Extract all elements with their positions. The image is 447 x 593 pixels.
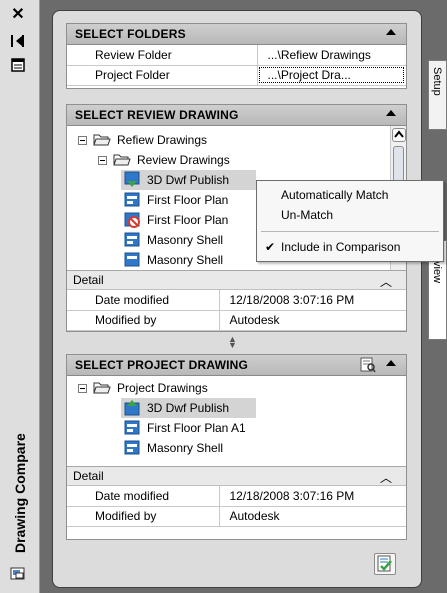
select-folders-title: SELECT FOLDERS [75,27,186,41]
tree-node-label: First Floor Plan [147,193,229,207]
collapse-icon[interactable] [386,110,396,116]
tree-node-root-folder[interactable]: Refiew Drawings [75,130,375,150]
menu-item-label: Include in Comparison [281,240,401,254]
select-review-drawing-title: SELECT REVIEW DRAWING [75,108,239,122]
table-row: Review Folder ...\Refiew Drawings [67,45,406,66]
tree-node-label: 3D Dwf Publish [147,401,230,415]
palette-icon [6,566,30,584]
project-folder-label: Project Folder [67,65,257,86]
menu-item-label: Automatically Match [281,188,389,202]
tab-setup[interactable]: Setup [428,60,447,130]
drawing-matched-icon [124,171,140,187]
menu-item-include-in-comparison[interactable]: ✔ Include in Comparison [257,237,443,257]
tree-node-label: Refiew Drawings [117,133,208,147]
drawing-icon [124,232,140,247]
drawing-excluded-icon [124,212,140,228]
panel-splitter-icon[interactable]: ▲ ▼ [228,335,237,350]
context-menu: Automatically Match Un-Match ✔ Include i… [256,180,444,262]
table-row: Date modified 12/18/2008 3:07:16 PM [67,290,406,311]
palette-titlebar: ✕ Drawing Compare [0,0,40,593]
menu-separator [261,231,439,232]
palette-title: Drawing Compare [12,433,28,553]
tree-node-label: Masonry Shell [147,441,224,455]
collapse-tree-icon[interactable] [98,156,107,165]
table-row: Modified by Autodesk [67,506,406,527]
close-icon[interactable]: ✕ [6,6,30,24]
folders-table: Review Folder ...\Refiew Drawings Projec… [67,45,406,86]
tree-node-label: Review Drawings [137,153,230,167]
folder-open-icon [93,134,111,146]
properties-menu-icon[interactable] [6,58,30,76]
tree-item-drawing[interactable]: Masonry Shell [121,230,256,250]
tree-node-root-folder[interactable]: Project Drawings [75,378,375,398]
collapse-tree-icon[interactable] [78,384,87,393]
modified-by-label: Modified by [67,310,219,331]
date-modified-value: 12/18/2008 3:07:16 PM [218,290,406,311]
tree-item-drawing[interactable]: 3D Dwf Publish [121,170,256,190]
tree-item-drawing[interactable]: Masonry Shell [121,438,301,458]
tab-setup-label: Setup [431,67,443,96]
compare-button[interactable] [374,553,396,575]
drawing-icon [124,420,140,435]
drawing-icon [124,252,140,267]
table-row: Project Folder ...\Project Dra... [67,65,406,86]
review-detail-header[interactable]: Detail ︿ [67,270,406,290]
chevron-up-icon[interactable]: ︿ [380,469,392,488]
tree-item-drawing[interactable]: First Floor Plan [121,210,256,230]
menu-item-un-match[interactable]: Un-Match [257,205,443,225]
tree-item-drawing[interactable]: First Floor Plan A1 [121,418,301,438]
collapse-icon[interactable] [386,360,396,366]
drawing-icon [124,192,140,207]
compare-icon [377,555,392,572]
tree-node-label: Masonry Shell [147,233,224,247]
select-folders-panel: SELECT FOLDERS Review Folder ...\Refiew … [66,23,407,89]
right-tab-strip: Setup Review [428,0,447,593]
menu-item-automatically-match[interactable]: Automatically Match [257,185,443,205]
date-modified-value: 12/18/2008 3:07:16 PM [218,486,406,507]
table-row: Modified by Autodesk [67,310,406,331]
select-project-drawing-title: SELECT PROJECT DRAWING [75,358,249,372]
drawing-matched-icon [124,400,140,416]
review-folder-label: Review Folder [67,45,257,66]
select-folders-header[interactable]: SELECT FOLDERS [67,24,406,45]
table-row: Date modified 12/18/2008 3:07:16 PM [67,486,406,507]
review-detail-table: Date modified 12/18/2008 3:07:16 PM Modi… [67,290,406,331]
folder-open-icon [93,382,111,394]
auto-hide-icon[interactable] [6,34,30,52]
detail-label: Detail [73,469,104,483]
modified-by-value: Autodesk [218,310,406,331]
tree-node-label: Project Drawings [117,381,208,395]
chevron-up-icon[interactable]: ︿ [380,273,392,292]
date-modified-label: Date modified [67,486,219,507]
checkmark-icon: ✔ [265,240,276,254]
tree-node-label: Masonry Shell [147,253,224,267]
palette-title-container: Drawing Compare [6,353,28,553]
project-folder-value[interactable]: ...\Project Dra... [256,65,406,86]
date-modified-label: Date modified [67,290,219,311]
modified-by-label: Modified by [67,506,219,527]
project-detail-table: Date modified 12/18/2008 3:07:16 PM Modi… [67,486,406,527]
collapse-tree-icon[interactable] [78,136,87,145]
tree-node-sub-folder[interactable]: Review Drawings [95,150,375,170]
tree-item-drawing[interactable]: 3D Dwf Publish [121,398,256,418]
select-project-drawing-header[interactable]: SELECT PROJECT DRAWING [67,355,406,376]
menu-item-label: Un-Match [281,208,334,222]
tree-item-drawing[interactable]: Masonry Shell [121,250,256,270]
drawing-icon [124,440,140,455]
collapse-icon[interactable] [386,29,396,35]
select-review-drawing-header[interactable]: SELECT REVIEW DRAWING [67,105,406,126]
browse-icon[interactable] [360,357,376,376]
review-folder-value[interactable]: ...\Refiew Drawings [256,45,406,66]
detail-label: Detail [73,273,104,287]
tree-node-label: 3D Dwf Publish [147,173,230,187]
modified-by-value: Autodesk [218,506,406,527]
tree-item-drawing[interactable]: First Floor Plan [121,190,256,210]
tree-node-label: First Floor Plan [147,213,229,227]
project-detail-header[interactable]: Detail ︿ [67,466,406,486]
tree-node-label: First Floor Plan A1 [147,421,246,435]
scroll-up-button[interactable] [392,128,406,142]
select-project-drawing-panel: SELECT PROJECT DRAWING Project Drawings … [66,354,407,540]
folder-open-icon [113,154,131,166]
project-drawing-tree: Project Drawings 3D Dwf Publish First Fl… [67,376,406,466]
